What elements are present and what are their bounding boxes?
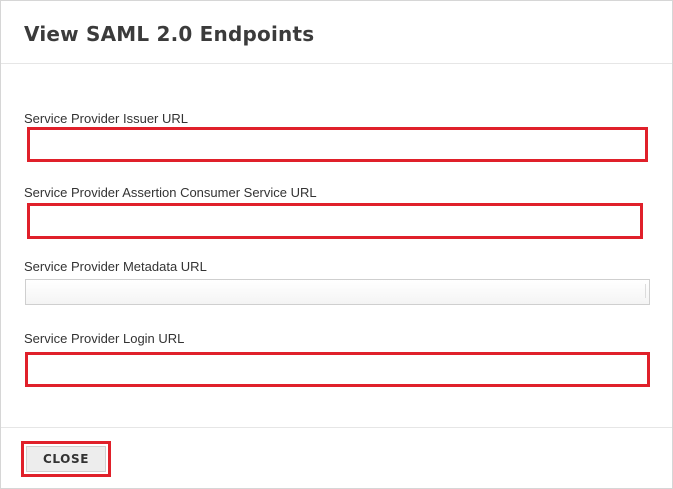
close-button-highlight: CLOSE — [21, 441, 111, 477]
login-url-field[interactable] — [25, 352, 650, 387]
acs-url-input[interactable] — [30, 206, 640, 236]
issuer-url-input[interactable] — [30, 130, 645, 159]
login-url-label: Service Provider Login URL — [24, 331, 185, 346]
acs-url-label: Service Provider Assertion Consumer Serv… — [24, 185, 317, 200]
login-url-input[interactable] — [28, 355, 647, 384]
metadata-url-label: Service Provider Metadata URL — [24, 259, 207, 274]
dialog-header: View SAML 2.0 Endpoints — [1, 1, 672, 64]
close-button[interactable]: CLOSE — [26, 446, 106, 472]
saml-endpoints-dialog: View SAML 2.0 Endpoints Service Provider… — [0, 0, 673, 489]
acs-url-field[interactable] — [27, 203, 643, 239]
issuer-url-label: Service Provider Issuer URL — [24, 111, 188, 126]
issuer-url-field[interactable] — [27, 127, 648, 162]
dialog-title: View SAML 2.0 Endpoints — [24, 22, 315, 46]
metadata-url-input[interactable] — [26, 280, 649, 304]
metadata-url-field[interactable] — [25, 279, 650, 305]
